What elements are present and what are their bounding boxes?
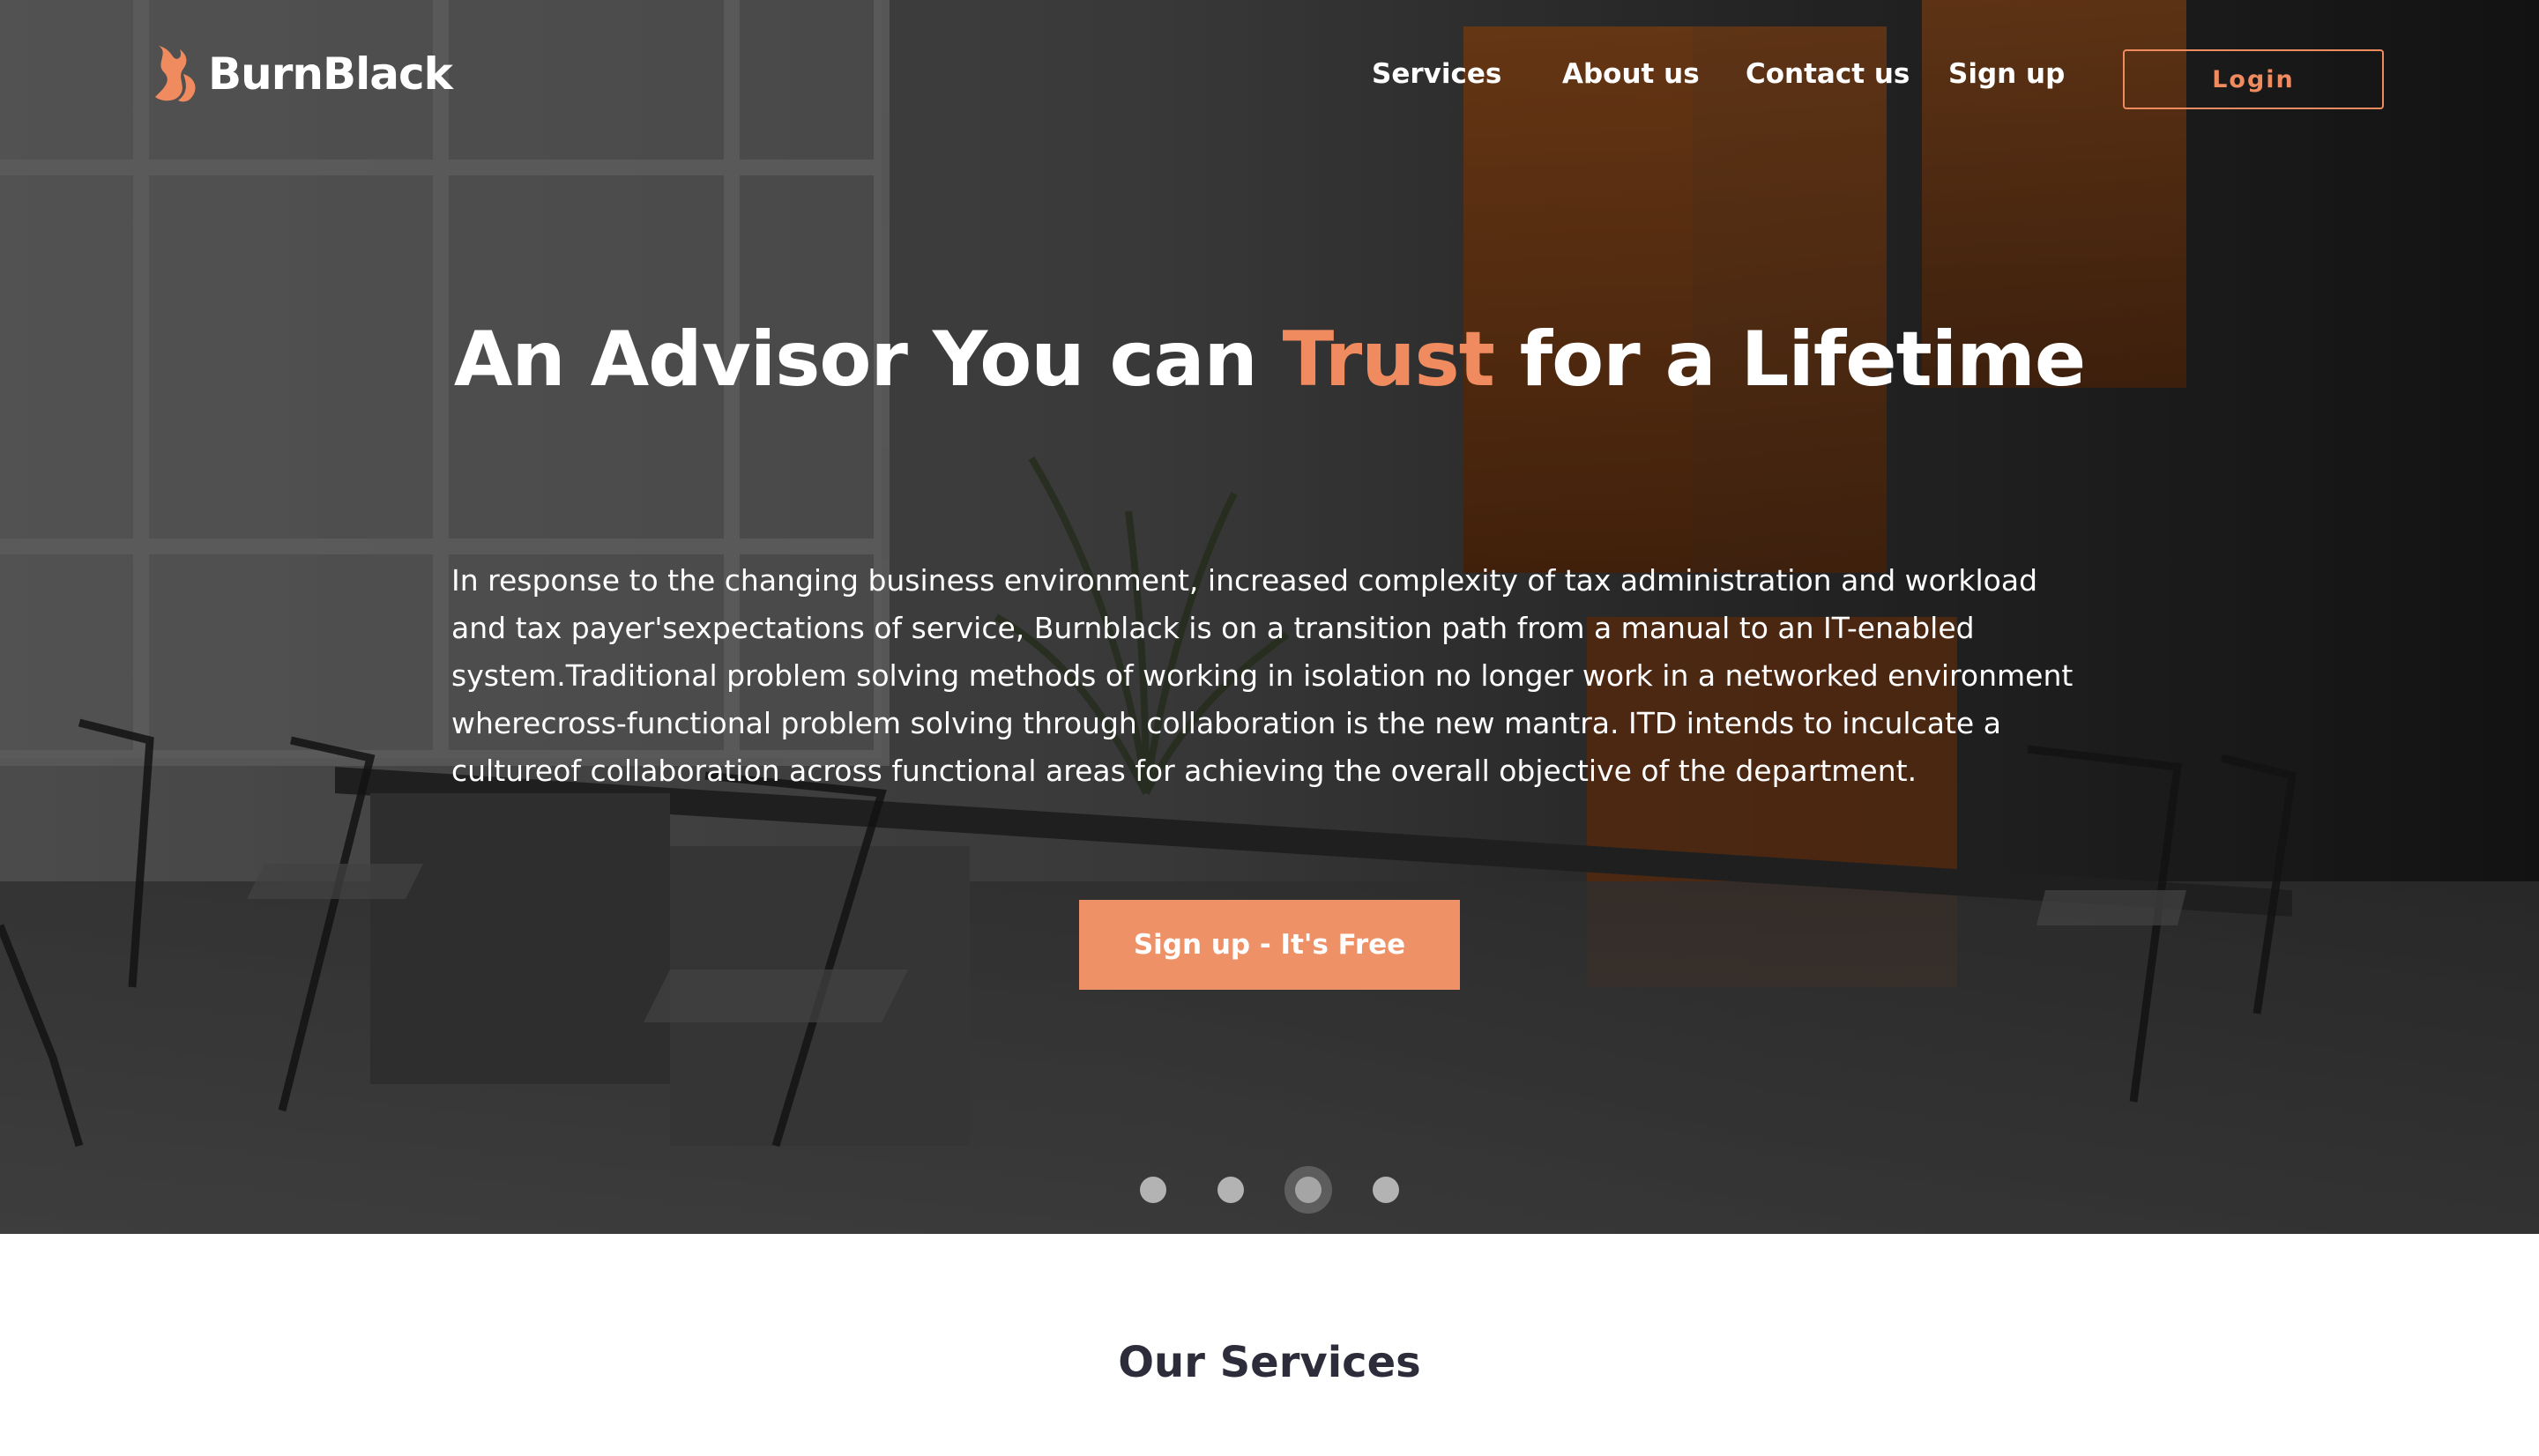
nav-link-contact-us[interactable]: Contact us — [1746, 58, 1910, 90]
flame-logo-icon — [155, 46, 196, 102]
nav-link-about-us[interactable]: About us — [1562, 58, 1700, 90]
login-button[interactable]: Login — [2123, 49, 2384, 109]
brand-logo[interactable]: BurnBlack — [150, 41, 453, 108]
carousel-dot-2[interactable] — [1217, 1177, 1244, 1203]
services-section-title: Our Services — [1118, 1338, 1421, 1387]
hero-headline: An Advisor You can Trust for a Lifetime — [0, 316, 2539, 404]
carousel-dot-3[interactable] — [1295, 1177, 1322, 1203]
nav-link-services[interactable]: Services — [1372, 58, 1501, 90]
signup-free-button[interactable]: Sign up - It's Free — [1079, 900, 1460, 990]
brand-name: BurnBlack — [208, 48, 453, 100]
carousel-dot-4[interactable] — [1373, 1177, 1399, 1203]
carousel-dot-1[interactable] — [1140, 1177, 1166, 1203]
headline-accent-text: Trust — [1282, 316, 1495, 404]
hero-description: In response to the changing business env… — [451, 563, 2074, 788]
hero-banner: BurnBlack Services About us Contact us S… — [0, 0, 2539, 1234]
nav-link-sign-up[interactable]: Sign up — [1948, 58, 2065, 90]
headline-trail-text: for a Lifetime — [1493, 316, 2086, 404]
headline-lead-text: An Advisor You can — [453, 316, 1283, 404]
